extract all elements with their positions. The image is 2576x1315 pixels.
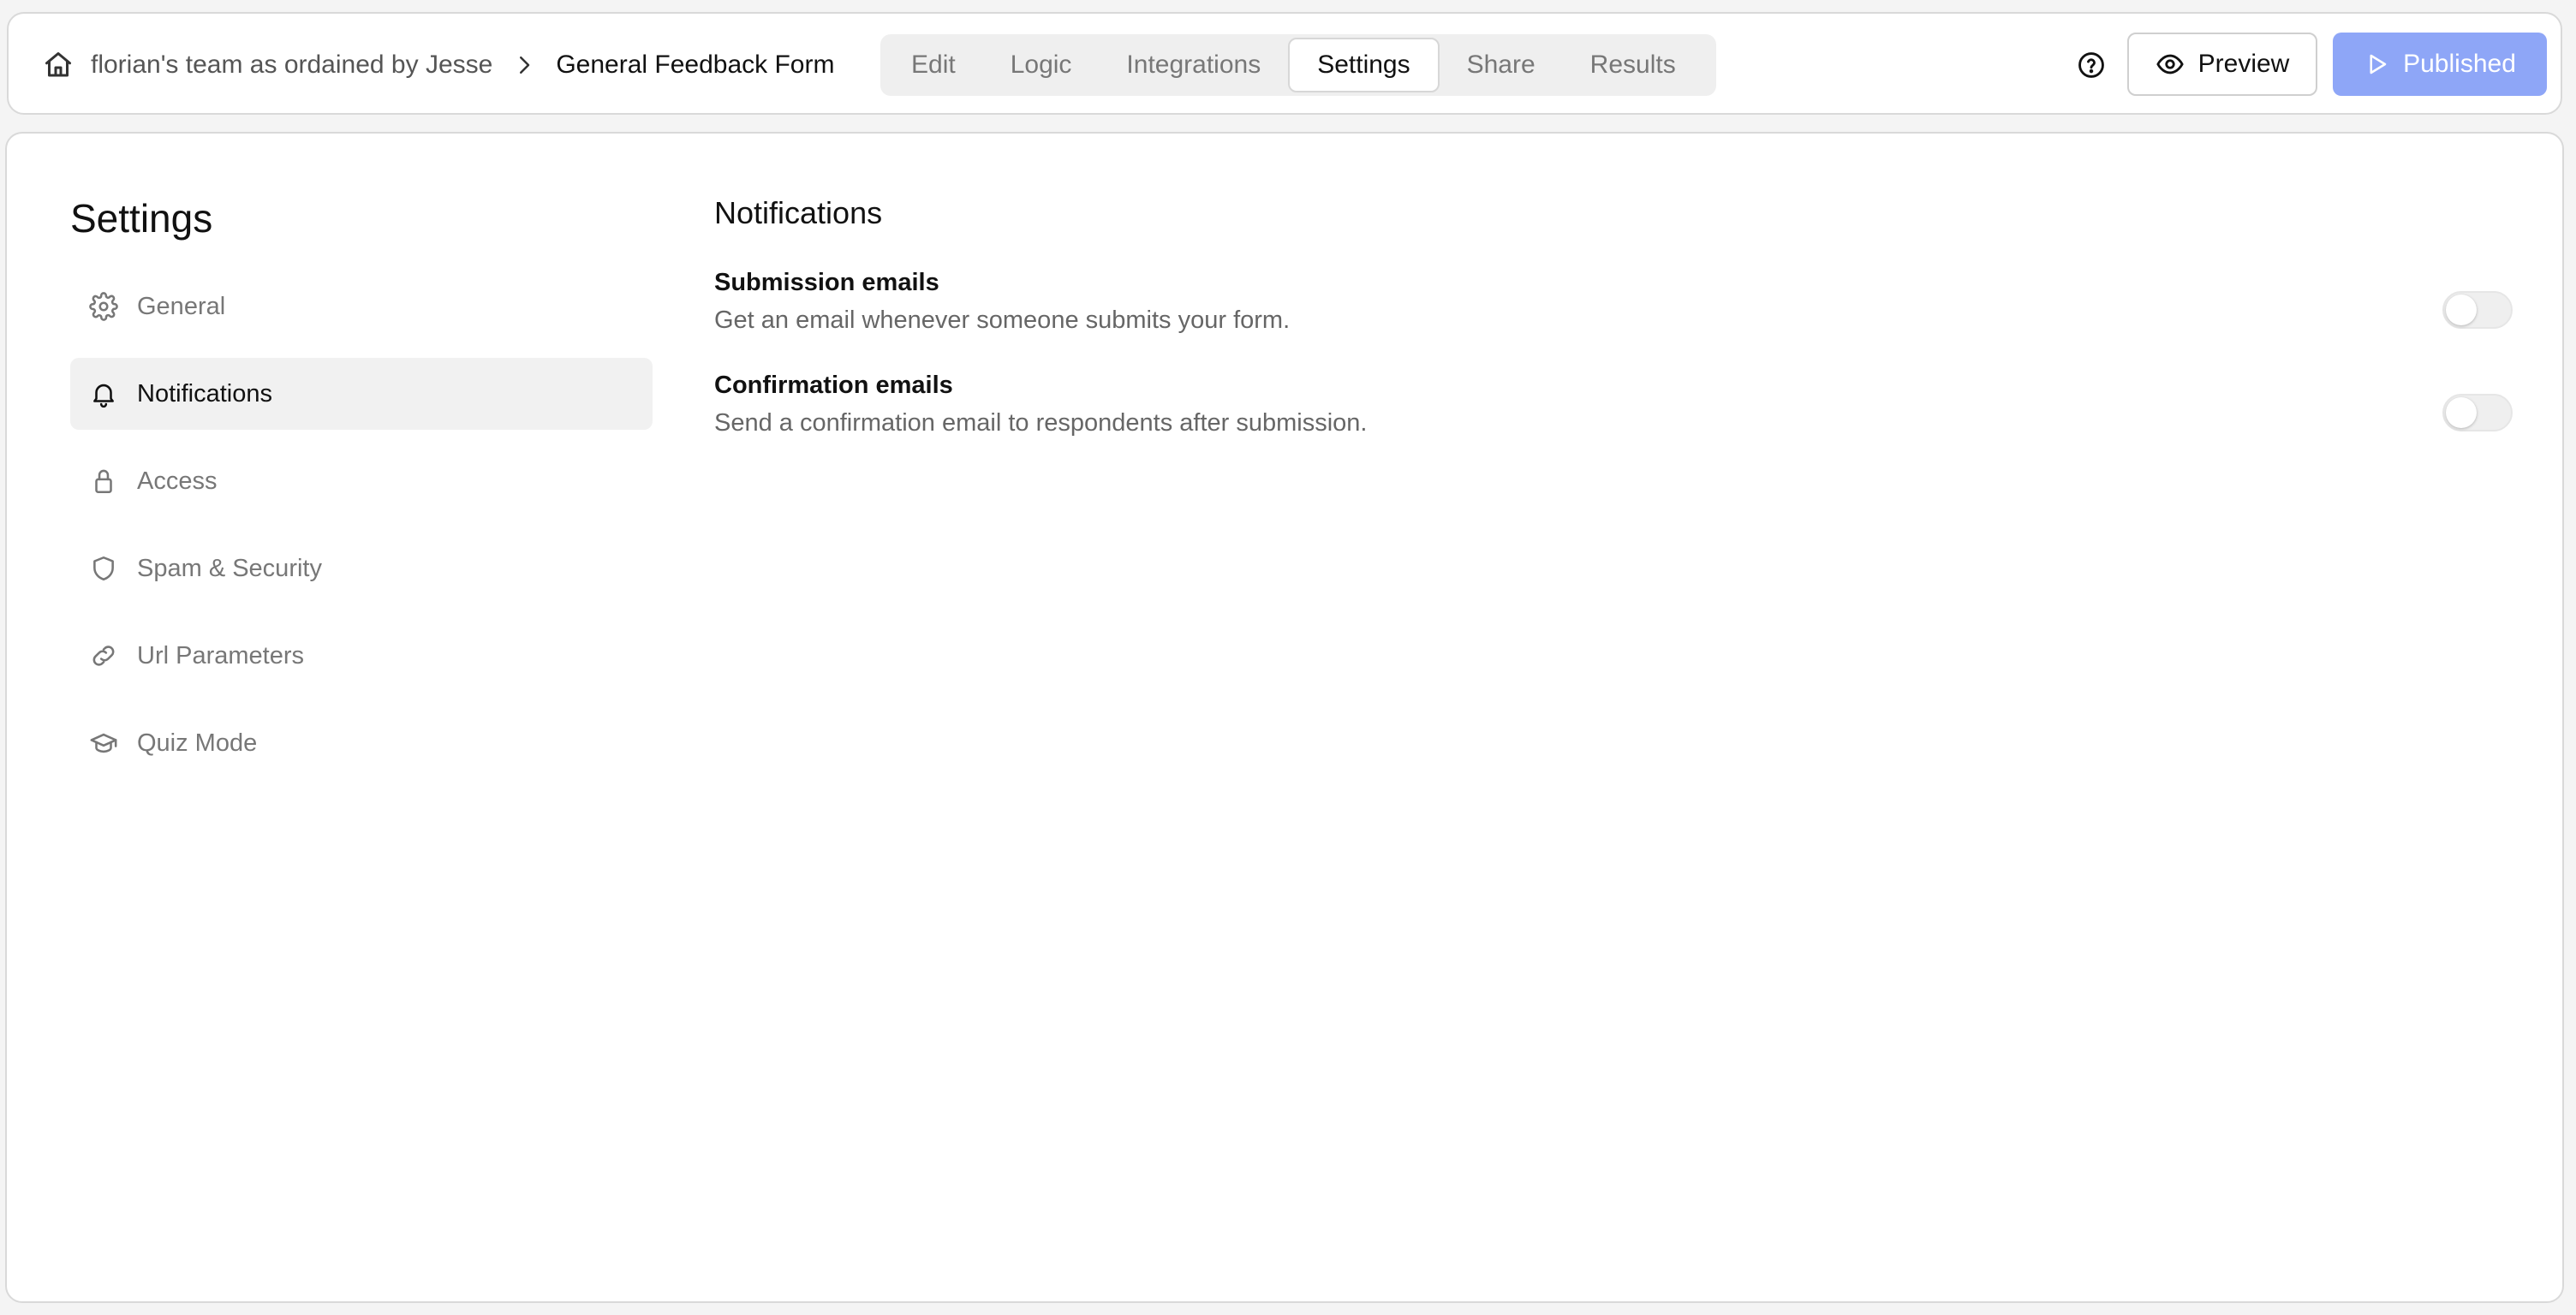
shield-icon <box>89 554 118 583</box>
published-button[interactable]: Published <box>2333 33 2547 96</box>
breadcrumb-team[interactable]: florian's team as ordained by Jesse <box>91 51 492 80</box>
setting-name: Confirmation emails <box>714 372 953 399</box>
link-icon <box>89 641 118 670</box>
top-bar: florian's team as ordained by Jesse Gene… <box>7 12 2562 115</box>
section-title: Notifications <box>714 195 883 230</box>
confirmation-emails-toggle[interactable] <box>2442 394 2513 431</box>
sidebar-item-label: Notifications <box>137 379 272 408</box>
play-icon <box>2364 51 2389 77</box>
chevron-right-icon <box>511 52 537 78</box>
sidebar-item-url-parameters[interactable]: Url Parameters <box>70 620 653 692</box>
sidebar-item-label: Url Parameters <box>137 641 304 669</box>
setting-description: Get an email whenever someone submits yo… <box>714 306 1291 334</box>
breadcrumb: florian's team as ordained by Jesse Gene… <box>43 14 834 116</box>
sidebar-item-label: Quiz Mode <box>137 729 258 757</box>
bell-icon <box>89 379 118 408</box>
setting-name: Submission emails <box>714 269 939 296</box>
submission-emails-setting: Submission emails Get an email whenever … <box>714 267 2513 336</box>
toggle-knob <box>2446 295 2477 325</box>
sidebar-item-notifications[interactable]: Notifications <box>70 358 653 430</box>
tab-results[interactable]: Results <box>1563 38 1703 92</box>
sidebar-item-general[interactable]: General <box>70 271 653 342</box>
home-icon[interactable] <box>43 50 74 80</box>
breadcrumb-form: General Feedback Form <box>556 51 835 79</box>
tab-share[interactable]: Share <box>1440 38 1563 92</box>
setting-description: Send a confirmation email to respondents… <box>714 409 1368 437</box>
tab-edit[interactable]: Edit <box>884 38 983 92</box>
confirmation-emails-setting: Confirmation emails Send a confirmation … <box>714 370 2513 438</box>
toggle-knob <box>2446 397 2477 428</box>
lock-icon <box>89 467 118 496</box>
tab-integrations[interactable]: Integrations <box>1099 38 1288 92</box>
sidebar-item-quiz-mode[interactable]: Quiz Mode <box>70 707 653 779</box>
preview-button[interactable]: Preview <box>2127 33 2317 96</box>
tab-logic[interactable]: Logic <box>983 38 1100 92</box>
notifications-section: Notifications Submission emails Get an e… <box>714 195 2513 438</box>
page-title: Settings <box>70 196 213 241</box>
tab-settings[interactable]: Settings <box>1288 38 1440 92</box>
sidebar-item-label: Spam & Security <box>137 554 322 582</box>
eye-icon <box>2156 50 2185 79</box>
sidebar-item-label: General <box>137 292 226 320</box>
preview-label: Preview <box>2197 50 2290 78</box>
help-circle-icon <box>2077 51 2106 80</box>
help-button[interactable] <box>2074 48 2108 82</box>
graduation-cap-icon <box>89 729 118 758</box>
tab-bar: Edit Logic Integrations Settings Share R… <box>880 34 1716 96</box>
settings-panel: Settings General Notifications Access Sp… <box>5 132 2564 1303</box>
sidebar-item-spam-security[interactable]: Spam & Security <box>70 533 653 604</box>
published-label: Published <box>2403 50 2516 78</box>
settings-nav: General Notifications Access Spam & Secu… <box>70 271 653 794</box>
sidebar-item-label: Access <box>137 467 218 495</box>
sidebar-item-access[interactable]: Access <box>70 445 653 517</box>
gear-icon <box>89 292 118 321</box>
submission-emails-toggle[interactable] <box>2442 291 2513 329</box>
